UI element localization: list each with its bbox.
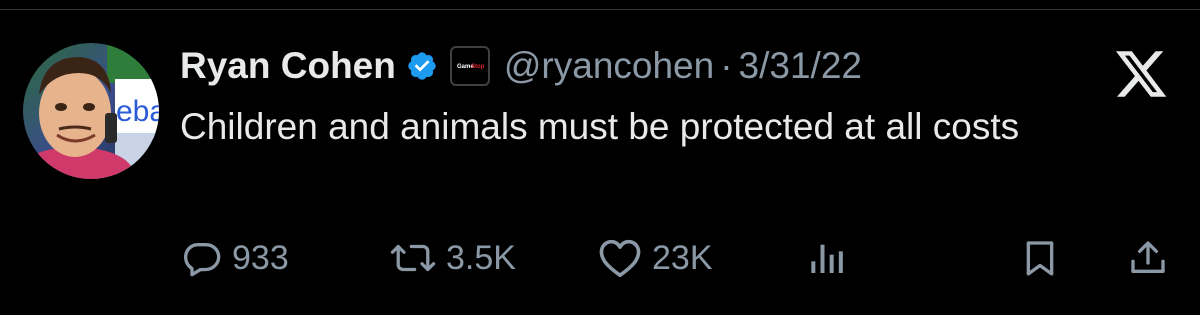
svg-text:eba: eba bbox=[116, 95, 159, 128]
author-name[interactable]: Ryan Cohen bbox=[180, 45, 396, 87]
share-icon bbox=[1131, 241, 1165, 273]
views-button[interactable] bbox=[808, 228, 848, 288]
share-button[interactable] bbox=[1128, 228, 1168, 288]
svg-text:Stop: Stop bbox=[471, 64, 484, 70]
gamestop-affiliate-icon[interactable]: Game Stop bbox=[449, 46, 490, 86]
reply-button[interactable]: 933 bbox=[182, 228, 289, 288]
verified-badge-icon bbox=[406, 50, 438, 82]
retweet-button[interactable]: 3.5K bbox=[390, 228, 516, 288]
bookmark-button[interactable] bbox=[1020, 228, 1060, 288]
top-divider bbox=[0, 9, 1200, 10]
reply-count: 933 bbox=[232, 238, 289, 277]
reply-icon bbox=[184, 243, 221, 277]
like-icon bbox=[599, 239, 641, 278]
meta-separator: · bbox=[720, 45, 733, 86]
tweet-date[interactable]: 3/31/22 bbox=[739, 45, 862, 87]
retweet-icon bbox=[390, 244, 436, 272]
views-icon bbox=[811, 244, 843, 273]
avatar[interactable]: eba bbox=[23, 43, 159, 179]
x-logo-icon[interactable] bbox=[1113, 46, 1169, 102]
retweet-count: 3.5K bbox=[446, 238, 516, 277]
tweet-text: Children and animals must be protected a… bbox=[180, 106, 1020, 147]
tweet-header: Ryan Cohen Game Stop @ryancohen · 3/31/2… bbox=[180, 36, 862, 96]
action-bar: 933 3.5K 23K bbox=[0, 228, 1200, 288]
author-handle[interactable]: @ryancohen bbox=[504, 45, 714, 87]
like-button[interactable]: 23K bbox=[598, 228, 713, 288]
bookmark-icon bbox=[1026, 241, 1054, 276]
like-count: 23K bbox=[652, 238, 713, 277]
